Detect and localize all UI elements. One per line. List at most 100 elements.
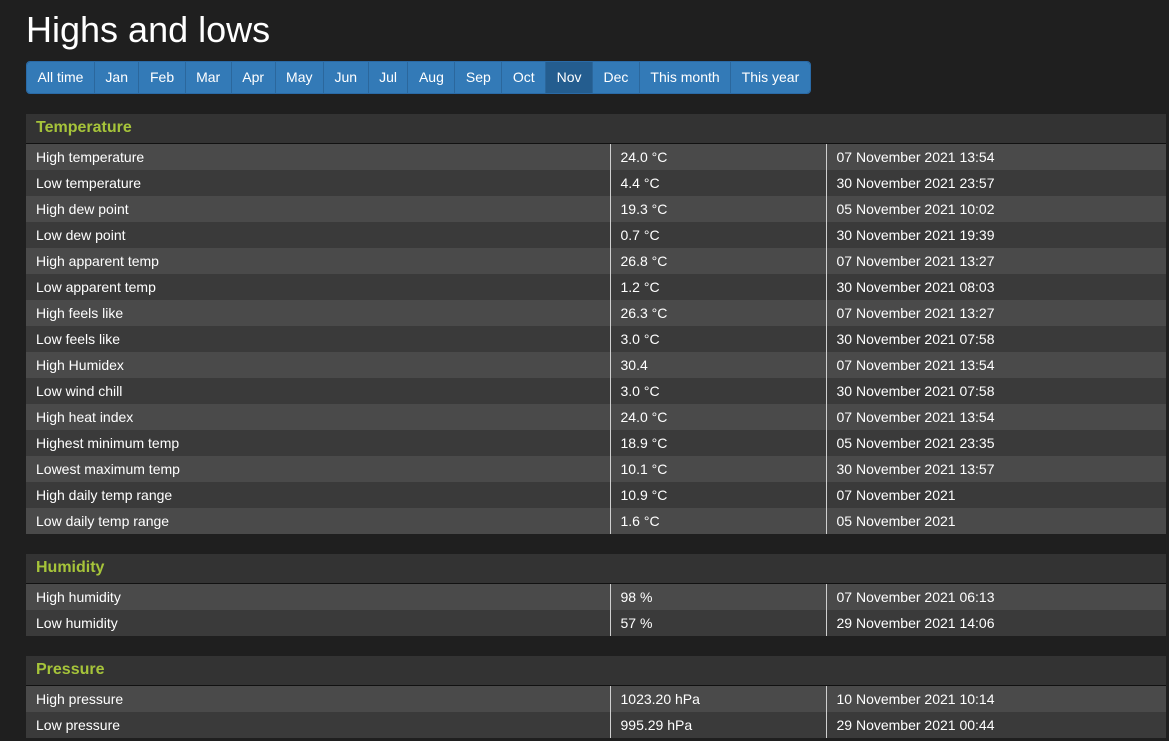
row-value: 3.0 °C — [609, 378, 826, 404]
row-value: 4.4 °C — [609, 170, 826, 196]
tab-mar[interactable]: Mar — [185, 62, 232, 93]
row-label: Low pressure — [26, 712, 610, 738]
row-label: Lowest maximum temp — [26, 456, 610, 482]
row-label: High pressure — [26, 686, 610, 712]
row-value: 1.2 °C — [609, 274, 826, 300]
tab-sep[interactable]: Sep — [455, 62, 503, 93]
table-row: Low temperature 4.4 °C 30 November 2021 23… — [26, 170, 1166, 196]
row-value: 10.9 °C — [609, 482, 826, 508]
row-value: 24.0 °C — [609, 404, 826, 430]
table-row: Low humidity 57 % 29 November 2021 14:06 — [26, 610, 1166, 636]
row-timestamp: 30 November 2021 19:39 — [825, 222, 1166, 248]
row-timestamp: 30 November 2021 23:57 — [825, 170, 1166, 196]
table-row: Highest minimum temp 18.9 °C 05 November 2… — [26, 430, 1166, 456]
row-label: High temperature — [26, 144, 610, 170]
tab-oct[interactable]: Oct — [502, 62, 547, 93]
row-label: Low daily temp range — [26, 508, 610, 534]
tab-feb[interactable]: Feb — [139, 62, 186, 93]
table-row: Low dew point 0.7 °C 30 November 2021 19:3… — [26, 222, 1166, 248]
table-row: Low daily temp range 1.6 °C 05 November 20… — [26, 508, 1166, 534]
pressure-section: Pressure High pressure 1023.20 hPa 10 Nove… — [26, 656, 1166, 738]
row-label: High Humidex — [26, 352, 610, 378]
row-value: 10.1 °C — [609, 456, 826, 482]
row-timestamp: 07 November 2021 13:54 — [825, 352, 1166, 378]
tab-dec[interactable]: Dec — [593, 62, 640, 93]
table-row: High heat index 24.0 °C 07 November 2021 1… — [26, 404, 1166, 430]
row-value: 0.7 °C — [609, 222, 826, 248]
row-value: 1.6 °C — [609, 508, 826, 534]
row-value: 18.9 °C — [609, 430, 826, 456]
row-timestamp: 30 November 2021 08:03 — [825, 274, 1166, 300]
row-label: Low feels like — [26, 326, 610, 352]
row-timestamp: 29 November 2021 00:44 — [825, 712, 1166, 738]
section-title-humidity: Humidity — [26, 554, 1166, 584]
table-row: High daily temp range 10.9 °C 07 November … — [26, 482, 1166, 508]
row-label: Low apparent temp — [26, 274, 610, 300]
row-value: 995.29 hPa — [609, 712, 826, 738]
temperature-section: Temperature High temperature 24.0 °C 07 No… — [26, 114, 1166, 534]
table-row: Low wind chill 3.0 °C 30 November 2021 07:… — [26, 378, 1166, 404]
row-label: Low wind chill — [26, 378, 610, 404]
row-label: Low dew point — [26, 222, 610, 248]
tab-may[interactable]: May — [275, 62, 324, 93]
row-timestamp: 07 November 2021 06:13 — [825, 584, 1166, 610]
row-timestamp: 07 November 2021 13:54 — [825, 404, 1166, 430]
row-timestamp: 07 November 2021 13:54 — [825, 144, 1166, 170]
pressure-table: High pressure 1023.20 hPa 10 November 2021… — [26, 686, 1166, 738]
section-title-pressure: Pressure — [26, 656, 1166, 686]
row-timestamp: 30 November 2021 07:58 — [825, 326, 1166, 352]
tab-aug[interactable]: Aug — [408, 62, 456, 93]
row-timestamp: 10 November 2021 10:14 — [825, 686, 1166, 712]
page: Highs and lows All time Jan Feb Mar Apr … — [0, 0, 1169, 741]
table-row: High humidity 98 % 07 November 2021 06:13 — [26, 584, 1166, 610]
row-timestamp: 29 November 2021 14:06 — [825, 610, 1166, 636]
page-title: Highs and lows — [26, 9, 271, 50]
row-value: 57 % — [609, 610, 826, 636]
humidity-section: Humidity High humidity 98 % 07 November 20… — [26, 554, 1166, 636]
row-timestamp: 05 November 2021 10:02 — [825, 196, 1166, 222]
row-label: High heat index — [26, 404, 610, 430]
row-label: High feels like — [26, 300, 610, 326]
table-row: Lowest maximum temp 10.1 °C 30 November 20… — [26, 456, 1166, 482]
table-row: High temperature 24.0 °C 07 November 2021 … — [26, 144, 1166, 170]
tab-jan[interactable]: Jan — [94, 62, 140, 93]
row-timestamp: 30 November 2021 07:58 — [825, 378, 1166, 404]
row-timestamp: 05 November 2021 23:35 — [825, 430, 1166, 456]
month-tab-bar: All time Jan Feb Mar Apr May Jun Jul Aug… — [26, 61, 811, 94]
tab-this-year[interactable]: This year — [731, 62, 810, 93]
tab-all-time[interactable]: All time — [27, 62, 95, 93]
row-value: 26.8 °C — [609, 248, 826, 274]
row-value: 1023.20 hPa — [609, 686, 826, 712]
row-label: Low temperature — [26, 170, 610, 196]
row-timestamp: 07 November 2021 13:27 — [825, 248, 1166, 274]
humidity-table: High humidity 98 % 07 November 2021 06:13 L… — [26, 584, 1166, 636]
tab-jul[interactable]: Jul — [368, 62, 409, 93]
tab-nov[interactable]: Nov — [546, 62, 593, 93]
table-row: Low apparent temp 1.2 °C 30 November 2021 … — [26, 274, 1166, 300]
row-timestamp: 07 November 2021 — [825, 482, 1166, 508]
row-timestamp: 07 November 2021 13:27 — [825, 300, 1166, 326]
row-value: 24.0 °C — [609, 144, 826, 170]
row-value: 30.4 — [609, 352, 826, 378]
tab-apr[interactable]: Apr — [231, 62, 276, 93]
row-value: 19.3 °C — [609, 196, 826, 222]
table-row: Low feels like 3.0 °C 30 November 2021 07:… — [26, 326, 1166, 352]
table-row: High feels like 26.3 °C 07 November 2021 1… — [26, 300, 1166, 326]
table-row: Low pressure 995.29 hPa 29 November 2021 0… — [26, 712, 1166, 738]
row-timestamp: 05 November 2021 — [825, 508, 1166, 534]
section-title-temperature: Temperature — [26, 114, 1166, 144]
row-label: Low humidity — [26, 610, 610, 636]
row-value: 26.3 °C — [609, 300, 826, 326]
row-label: High humidity — [26, 584, 610, 610]
row-label: High apparent temp — [26, 248, 610, 274]
temperature-table: High temperature 24.0 °C 07 November 2021 … — [26, 144, 1166, 534]
row-label: High daily temp range — [26, 482, 610, 508]
table-row: High pressure 1023.20 hPa 10 November 2021… — [26, 686, 1166, 712]
row-value: 3.0 °C — [609, 326, 826, 352]
table-row: High Humidex 30.4 07 November 2021 13:54 — [26, 352, 1166, 378]
row-label: Highest minimum temp — [26, 430, 610, 456]
table-row: High dew point 19.3 °C 05 November 2021 10… — [26, 196, 1166, 222]
tab-jun[interactable]: Jun — [323, 62, 369, 93]
row-timestamp: 30 November 2021 13:57 — [825, 456, 1166, 482]
tab-this-month[interactable]: This month — [639, 62, 732, 93]
